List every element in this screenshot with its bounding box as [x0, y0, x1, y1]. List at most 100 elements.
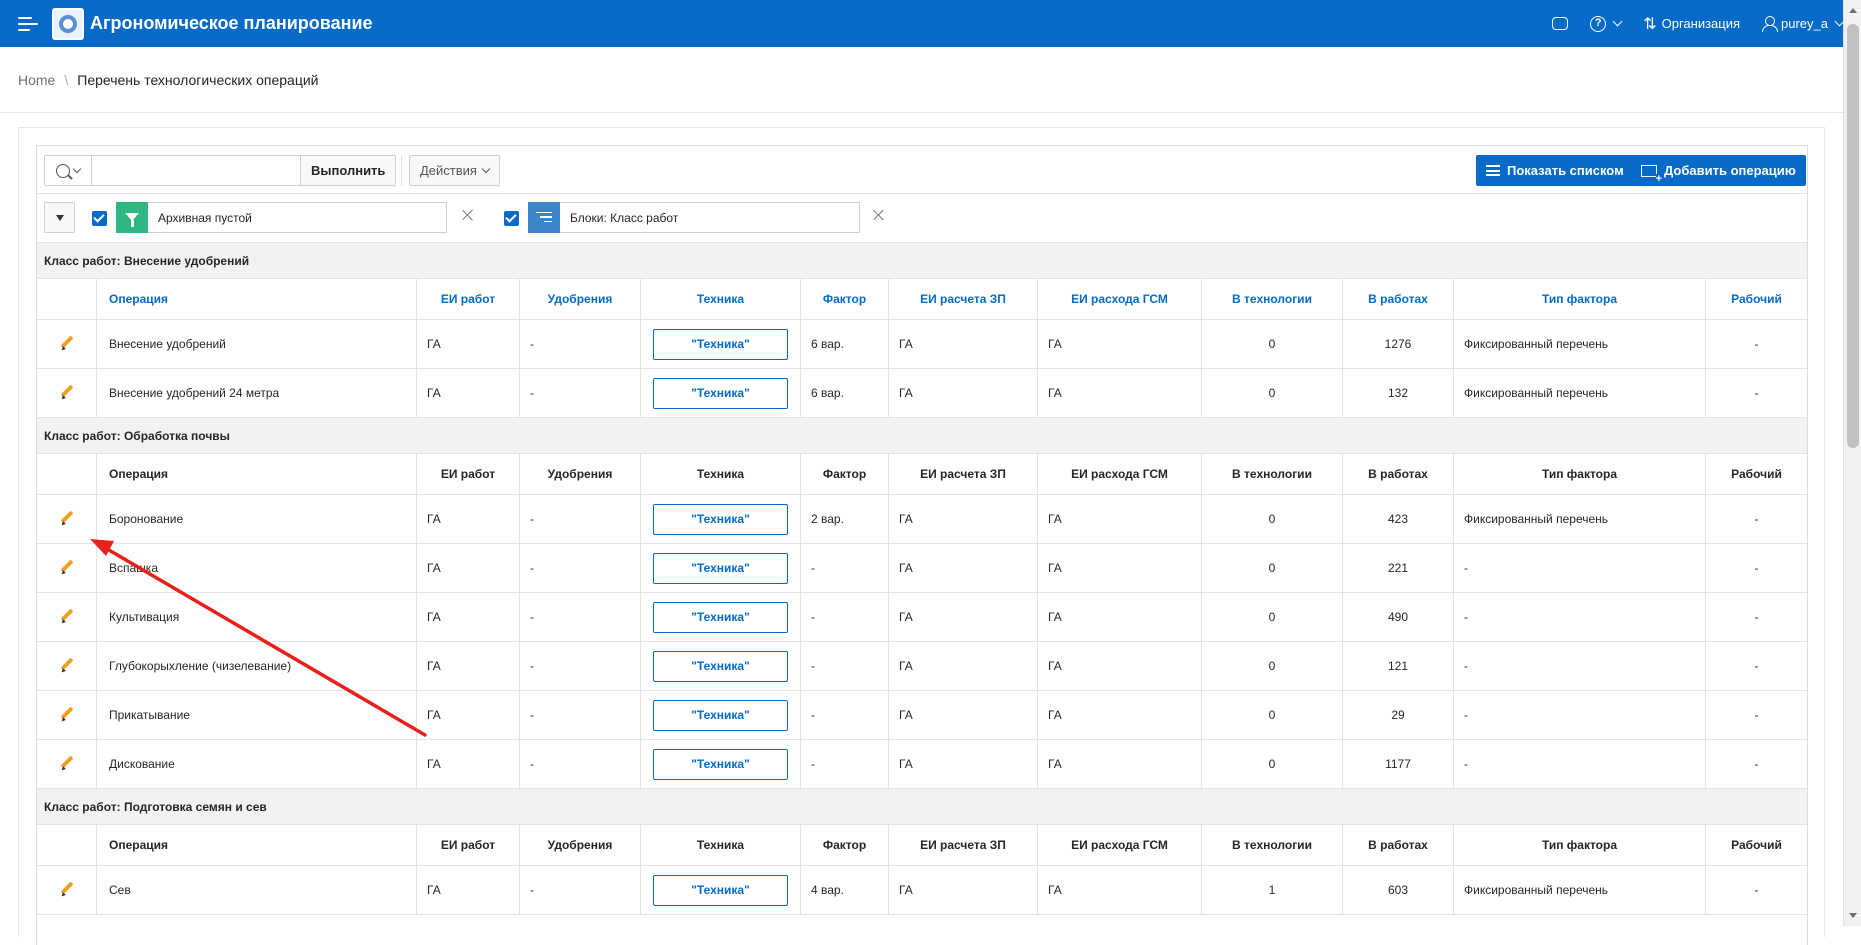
- column-header[interactable]: Фактор: [800, 825, 888, 865]
- filter-label: Архивная пустой: [158, 210, 252, 225]
- collapse-filters-button[interactable]: [44, 202, 75, 233]
- cell-ei-gsm: ГА: [1037, 593, 1201, 641]
- column-header[interactable]: В технологии: [1201, 454, 1342, 494]
- column-header[interactable]: Рабочий: [1705, 825, 1807, 865]
- cell-operation: Прикатывание: [96, 691, 416, 739]
- column-header[interactable]: Тип фактора: [1453, 279, 1705, 319]
- filter-enable-checkbox[interactable]: [92, 211, 107, 226]
- column-header[interactable]: Техника: [640, 454, 800, 494]
- tech-button[interactable]: "Техника": [653, 650, 788, 682]
- edit-pencil-icon[interactable]: [59, 707, 75, 723]
- show-list-button[interactable]: Показать списком: [1476, 155, 1634, 186]
- app-title[interactable]: Агрономическое планирование: [90, 13, 373, 34]
- column-header[interactable]: Фактор: [800, 279, 888, 319]
- app-logo[interactable]: [52, 7, 84, 40]
- column-header[interactable]: ЕИ расхода ГСМ: [1037, 454, 1201, 494]
- edit-pencil-icon[interactable]: [59, 609, 75, 625]
- column-header[interactable]: В технологии: [1201, 279, 1342, 319]
- column-header[interactable]: В работах: [1342, 825, 1453, 865]
- search-input[interactable]: [92, 156, 300, 185]
- tech-cell: "Техника": [640, 544, 800, 592]
- tech-button[interactable]: "Техника": [653, 503, 788, 535]
- column-header[interactable]: Операция: [96, 279, 416, 319]
- cell-worker: -: [1705, 642, 1807, 690]
- cell-operation: Вспашка: [96, 544, 416, 592]
- cell-in-tech: 0: [1201, 691, 1342, 739]
- cell-ei-zp: ГА: [888, 495, 1037, 543]
- column-header[interactable]: ЕИ расчета ЗП: [888, 454, 1037, 494]
- cell-ei-work: ГА: [416, 642, 519, 690]
- edit-pencil-icon[interactable]: [59, 511, 75, 527]
- column-header[interactable]: Удобрения: [519, 454, 640, 494]
- table-row: Внесение удобрений ГА - "Техника" 6 вар. ГА ГА…: [37, 320, 1807, 369]
- column-header[interactable]: ЕИ расхода ГСМ: [1037, 825, 1201, 865]
- cell-in-tech: 1: [1201, 866, 1342, 914]
- edit-column-header: [37, 279, 96, 319]
- column-header[interactable]: Тип фактора: [1453, 454, 1705, 494]
- edit-pencil-icon[interactable]: [59, 756, 75, 772]
- tech-button[interactable]: "Техника": [653, 748, 788, 780]
- filter-control-break[interactable]: Блоки: Класс работ: [528, 201, 860, 233]
- edit-pencil-icon[interactable]: [59, 336, 75, 352]
- column-header[interactable]: ЕИ работ: [416, 825, 519, 865]
- column-header[interactable]: В работах: [1342, 279, 1453, 319]
- cell-in-works: 29: [1342, 691, 1453, 739]
- edit-pencil-icon[interactable]: [59, 385, 75, 401]
- help-menu-button[interactable]: ?: [1590, 15, 1623, 32]
- edit-pencil-icon[interactable]: [59, 658, 75, 674]
- column-header[interactable]: Тип фактора: [1453, 825, 1705, 865]
- remove-filter-icon[interactable]: [462, 209, 474, 221]
- cell-factor-type: -: [1453, 691, 1705, 739]
- tech-button[interactable]: "Техника": [653, 699, 788, 731]
- column-header[interactable]: Техника: [640, 825, 800, 865]
- organization-button[interactable]: ⇅ Организация: [1643, 14, 1740, 34]
- tech-button[interactable]: "Техника": [653, 552, 788, 584]
- column-header[interactable]: ЕИ расчета ЗП: [888, 279, 1037, 319]
- column-header[interactable]: Рабочий: [1705, 279, 1807, 319]
- remove-control-break-icon[interactable]: [873, 209, 885, 221]
- column-header[interactable]: Операция: [96, 454, 416, 494]
- tech-button[interactable]: "Техника": [653, 328, 788, 360]
- cell-factor: -: [800, 740, 888, 788]
- add-operation-button[interactable]: Добавить операцию: [1631, 155, 1806, 186]
- table-row: Дискование ГА - "Техника" - ГА ГА 0 1177- -: [37, 740, 1807, 789]
- breadcrumb-home[interactable]: Home: [18, 72, 55, 88]
- column-header[interactable]: В технологии: [1201, 825, 1342, 865]
- column-header[interactable]: ЕИ работ: [416, 454, 519, 494]
- column-header[interactable]: ЕИ расчета ЗП: [888, 825, 1037, 865]
- column-header[interactable]: В работах: [1342, 454, 1453, 494]
- edit-pencil-icon[interactable]: [59, 882, 75, 898]
- column-header[interactable]: ЕИ расхода ГСМ: [1037, 279, 1201, 319]
- column-header[interactable]: Операция: [96, 825, 416, 865]
- vertical-scrollbar[interactable]: [1843, 0, 1861, 926]
- cell-fert: -: [519, 320, 640, 368]
- cell-worker: -: [1705, 866, 1807, 914]
- actions-menu-button[interactable]: Действия: [409, 155, 500, 186]
- chevron-down-icon: [481, 164, 491, 174]
- tech-button[interactable]: "Техника": [653, 601, 788, 633]
- user-menu-button[interactable]: purey_a: [1762, 16, 1845, 32]
- edit-pencil-icon[interactable]: [59, 560, 75, 576]
- filter-archive[interactable]: Архивная пустой: [116, 201, 447, 233]
- tech-button[interactable]: "Техника": [653, 874, 788, 906]
- column-header[interactable]: Техника: [640, 279, 800, 319]
- cell-ei-work: ГА: [416, 369, 519, 417]
- scroll-down-icon[interactable]: [1849, 913, 1857, 918]
- menu-icon[interactable]: [18, 16, 38, 31]
- feedback-button[interactable]: [1552, 17, 1569, 30]
- column-header[interactable]: Удобрения: [519, 279, 640, 319]
- scrollbar-thumb[interactable]: [1847, 24, 1859, 448]
- column-header[interactable]: ЕИ работ: [416, 279, 519, 319]
- cell-worker: -: [1705, 495, 1807, 543]
- column-header[interactable]: Рабочий: [1705, 454, 1807, 494]
- search-column-button[interactable]: [45, 156, 92, 185]
- cell-fert: -: [519, 866, 640, 914]
- execute-button[interactable]: Выполнить: [300, 156, 396, 185]
- control-break-enable-checkbox[interactable]: [504, 211, 519, 226]
- cell-fert: -: [519, 642, 640, 690]
- cell-fert: -: [519, 740, 640, 788]
- scroll-up-icon[interactable]: [1849, 8, 1857, 13]
- column-header[interactable]: Удобрения: [519, 825, 640, 865]
- column-header[interactable]: Фактор: [800, 454, 888, 494]
- tech-button[interactable]: "Техника": [653, 377, 788, 409]
